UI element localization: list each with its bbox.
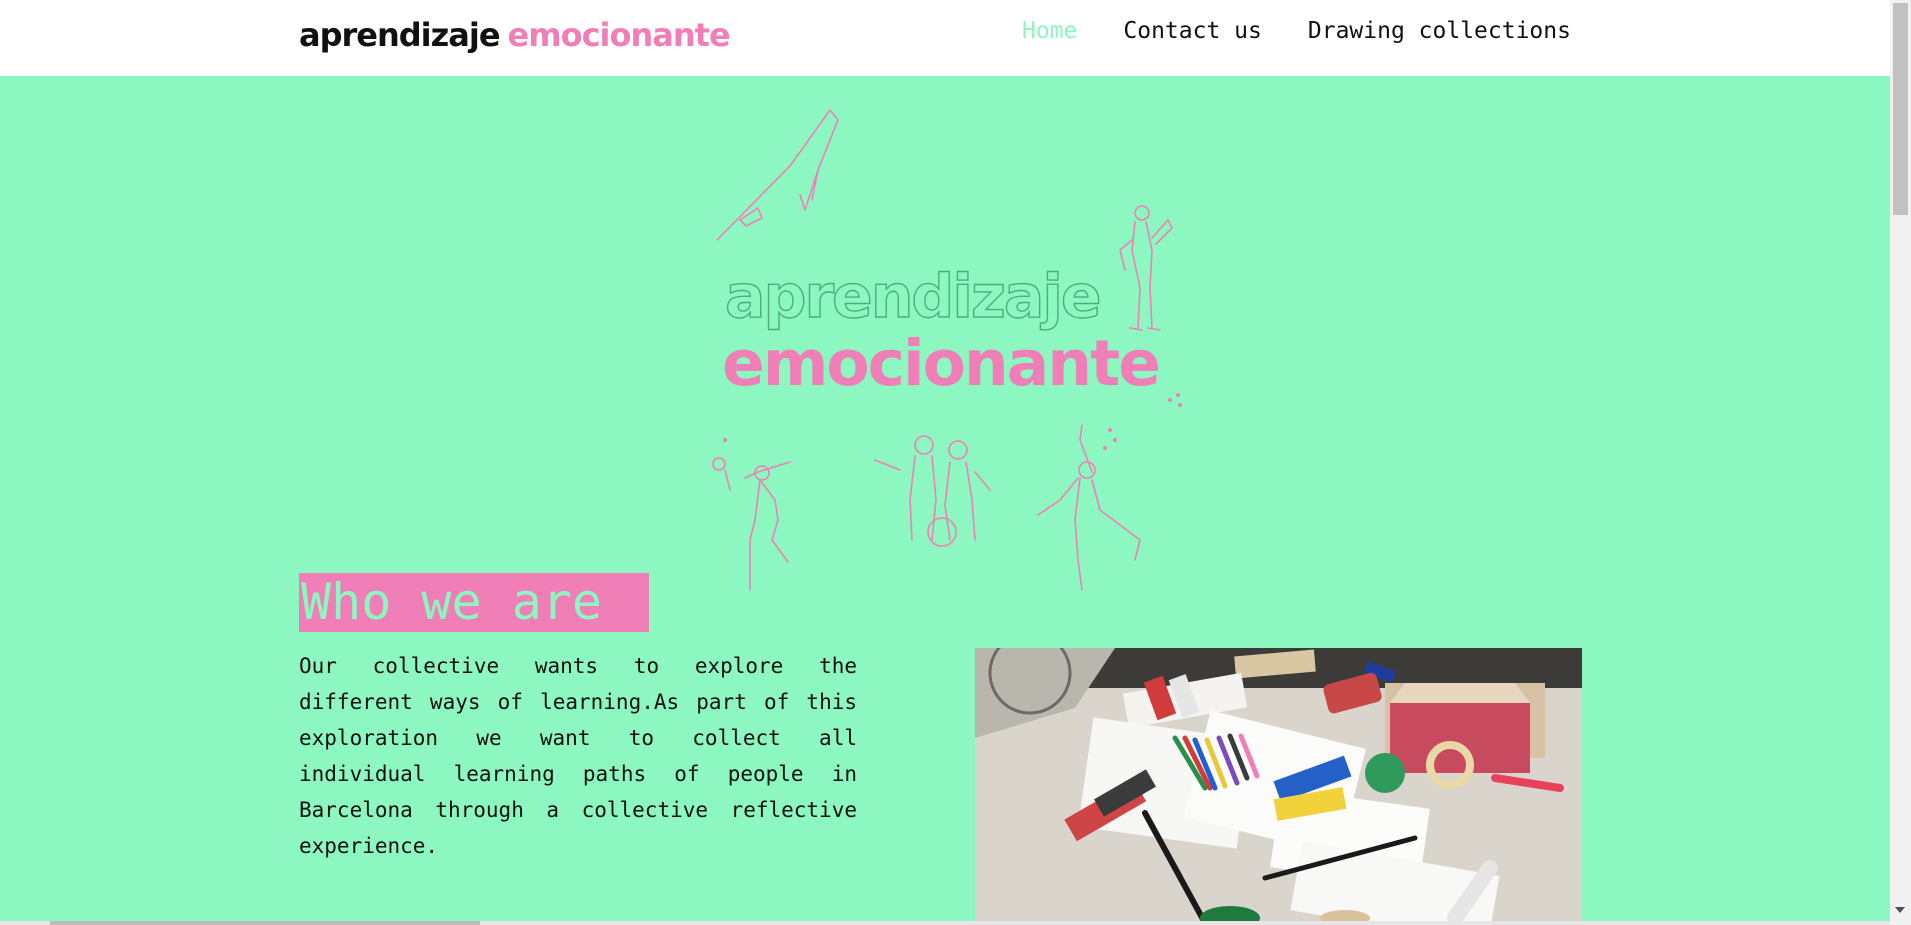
- nav-contact-link[interactable]: Contact us: [1123, 18, 1261, 44]
- site-header: aprendizaje emocionante Home Contact us D…: [0, 0, 1890, 76]
- hero-title-line1: aprendizaje: [725, 262, 1100, 332]
- nav-drawing-collections-link[interactable]: Drawing collections: [1308, 18, 1571, 44]
- vertical-scrollbar[interactable]: [1890, 0, 1911, 925]
- site-logo[interactable]: aprendizaje emocionante: [299, 16, 731, 54]
- logo-word-aprendizaje: aprendizaje: [299, 16, 501, 54]
- dancing-person-drawing: [1037, 424, 1141, 591]
- sparkle-dots: [723, 393, 1182, 450]
- scrollbar-thumb[interactable]: [1893, 3, 1908, 215]
- kids-with-ball-drawing: [874, 435, 991, 547]
- craft-table-image: [975, 648, 1582, 925]
- badminton-player-drawing: [712, 457, 791, 591]
- kite-rod-drawing: [716, 109, 839, 241]
- horizontal-scrollbar-thumb[interactable]: [50, 921, 480, 925]
- section-heading: Who we are: [299, 573, 649, 632]
- hero-illustration: aprendizaje emocionante: [700, 100, 1200, 600]
- craft-table-photo: [975, 648, 1582, 925]
- nav-home-link[interactable]: Home: [1022, 18, 1077, 44]
- main-nav: Home Contact us Drawing collections: [1022, 18, 1571, 44]
- standing-reader-drawing: [1119, 205, 1173, 331]
- hero-title-line2: emocionante: [722, 327, 1159, 400]
- hero-graphic: aprendizaje emocionante: [712, 109, 1182, 591]
- section-description: Our collective wants to explore the diff…: [299, 654, 857, 858]
- logo-word-emocionante: emocionante: [507, 16, 731, 54]
- horizontal-scrollbar[interactable]: [0, 921, 1890, 925]
- scroll-down-arrow-icon[interactable]: [1895, 907, 1905, 913]
